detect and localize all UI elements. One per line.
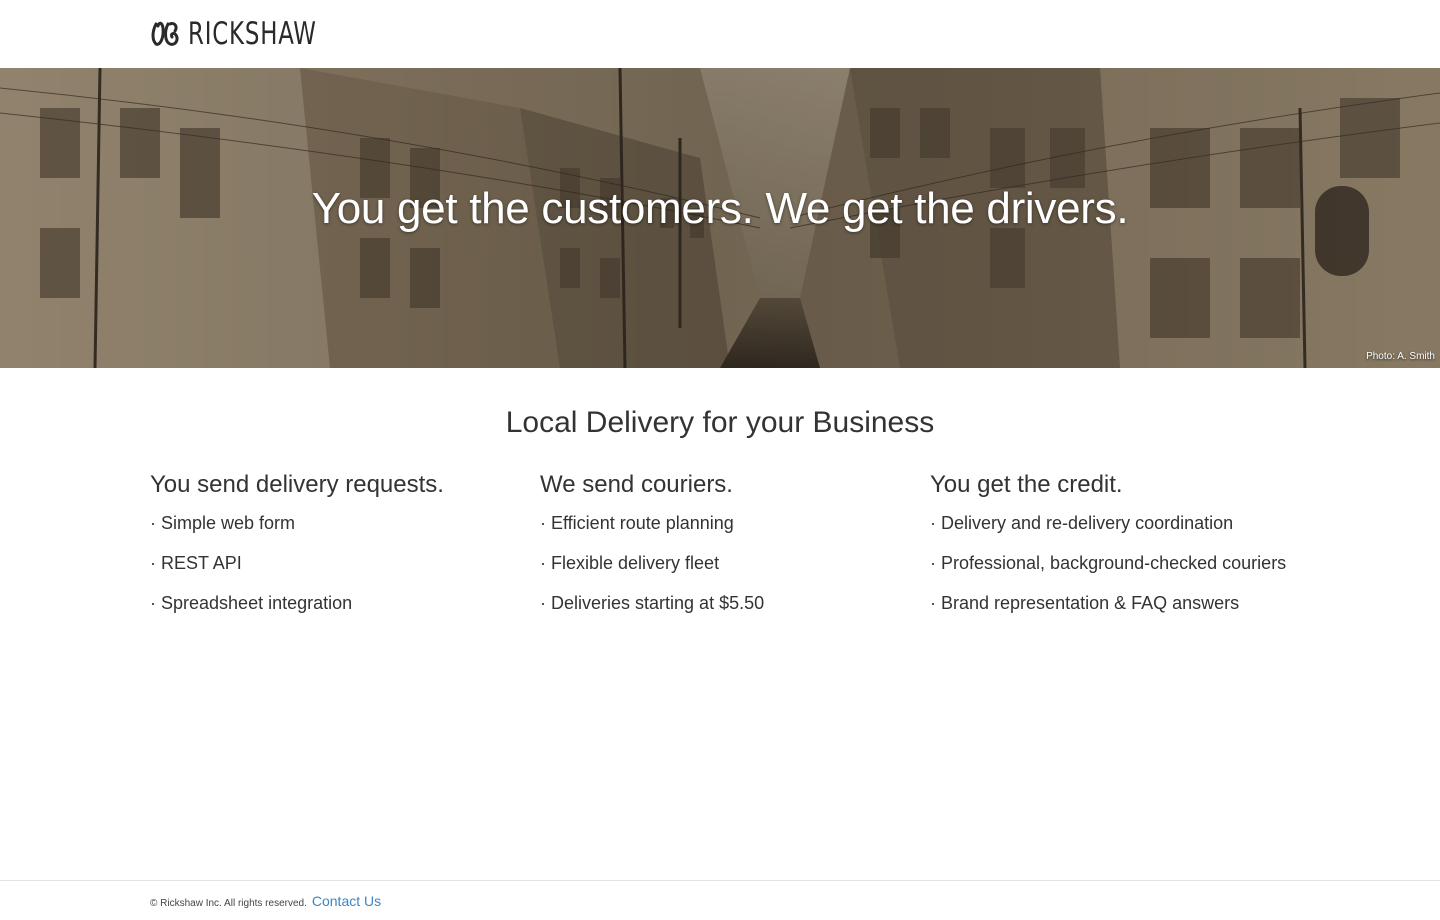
section-title: Local Delivery for your Business <box>505 406 935 439</box>
home-logo-link[interactable]: Rickshaw <box>150 17 345 51</box>
list-item: · Simple web form <box>150 513 296 533</box>
site-footer: © Rickshaw Inc. All rights reserved. Con… <box>0 880 1440 920</box>
hero-headline: You get the customers. We get the driver… <box>311 184 1129 233</box>
list-item: · Spreadsheet integration <box>150 593 353 613</box>
list-item: · Flexible delivery fleet <box>540 553 720 573</box>
list-item: · REST API <box>150 553 242 573</box>
list-item: · Brand representation & FAQ answers <box>930 593 1240 613</box>
list-item: · Professional, background-checked courie… <box>930 553 1287 573</box>
photo-credit: Photo: A. Smith <box>1366 351 1435 362</box>
hero-banner: You get the customers. We get the driver… <box>0 68 1440 368</box>
contact-us-link[interactable]: Contact Us <box>312 893 381 909</box>
list-item: · Efficient route planning <box>540 513 734 533</box>
column-heading: You send delivery requests. <box>150 471 444 498</box>
list-item: · Delivery and re-delivery coordination <box>930 513 1234 533</box>
feature-column-credit: You get the credit. · Delivery and re-del… <box>930 470 1310 632</box>
feature-list: · Delivery and re-delivery coordination ·… <box>930 512 1310 614</box>
feature-list: · Efficient route planning · Flexible deli… <box>540 512 920 614</box>
column-heading: You get the credit. <box>930 471 1123 498</box>
site-header: Rickshaw <box>0 0 1440 68</box>
brand-name: Rickshaw <box>188 16 317 52</box>
copyright-text: © Rickshaw Inc. All rights reserved. <box>150 898 307 909</box>
feature-column-requests: You send delivery requests. · Simple web … <box>150 470 530 632</box>
feature-list: · Simple web form · REST API · Spreadsheet … <box>150 512 530 614</box>
column-heading: We send couriers. <box>540 471 733 498</box>
list-item: · Deliveries starting at $5.50 <box>540 593 765 613</box>
feature-column-couriers: We send couriers. · Efficient route plann… <box>540 470 920 632</box>
rickshaw-logo-icon <box>151 21 179 46</box>
